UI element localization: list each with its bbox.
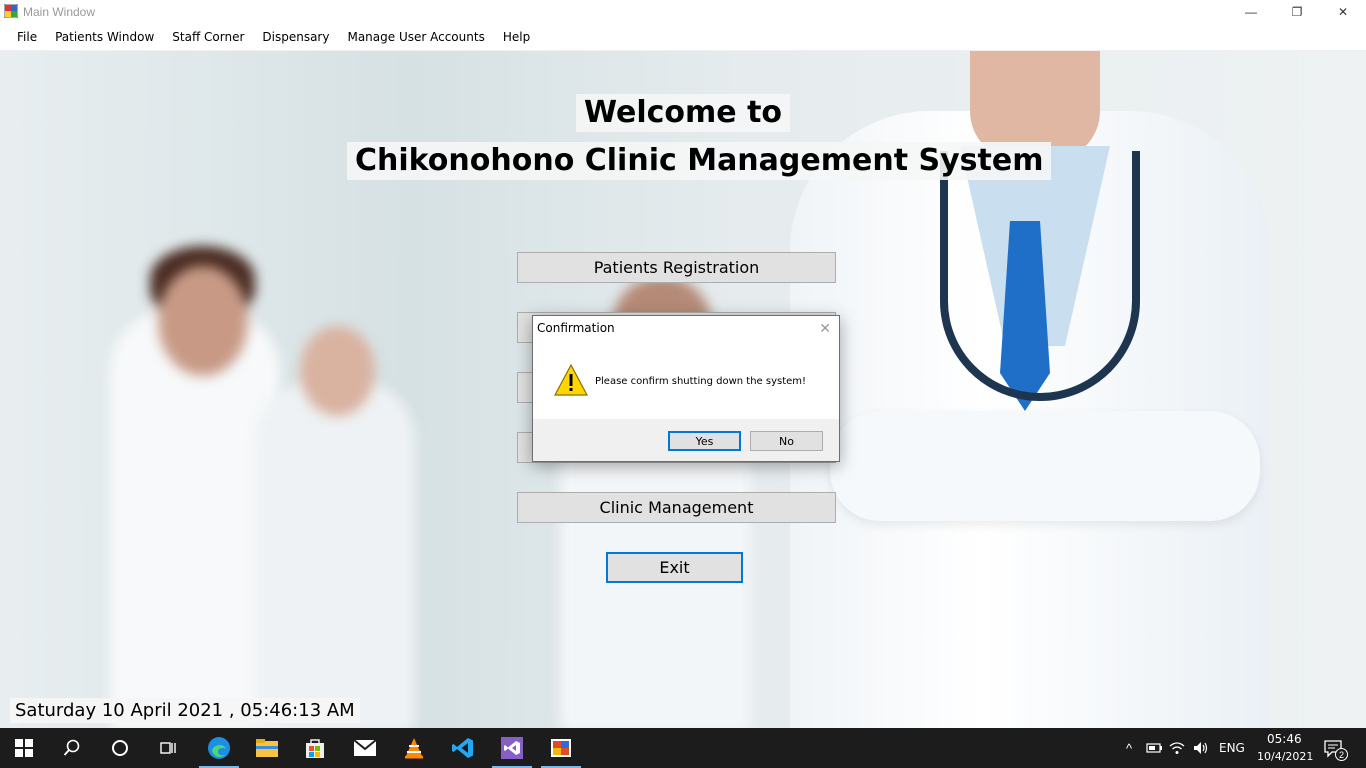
welcome-heading: Welcome to xyxy=(576,94,791,132)
confirmation-dialog: Confirmation ✕ Please confirm shutting d… xyxy=(532,315,840,462)
task-view-icon[interactable] xyxy=(144,728,192,768)
menu-help[interactable]: Help xyxy=(494,24,539,50)
language-indicator[interactable]: ENG xyxy=(1219,741,1245,755)
vscode-icon[interactable] xyxy=(439,728,487,768)
notification-count: 2 xyxy=(1335,748,1348,761)
dialog-title: Confirmation xyxy=(537,321,615,335)
background-nurse-1-head xyxy=(158,266,248,376)
volume-icon[interactable] xyxy=(1192,740,1210,756)
patients-registration-button[interactable]: Patients Registration xyxy=(517,252,836,283)
cortana-icon[interactable] xyxy=(96,728,144,768)
windows-start-icon[interactable] xyxy=(0,728,48,768)
battery-icon[interactable] xyxy=(1144,740,1162,756)
no-button[interactable]: No xyxy=(750,431,823,451)
dialog-message: Please confirm shutting down the system! xyxy=(595,376,807,387)
background-nurse-2 xyxy=(255,381,415,728)
app-window-icon xyxy=(4,4,18,18)
datetime-label: Saturday 10 April 2021 , 05:46:13 AM xyxy=(10,698,360,723)
minimize-button[interactable]: — xyxy=(1228,0,1274,24)
taskbar: ^ ENG 05:46 10/4/2021 2 xyxy=(0,728,1366,768)
menu-dispensary[interactable]: Dispensary xyxy=(253,24,338,50)
background-nurse-2-head xyxy=(300,326,375,416)
clock-date[interactable]: 10/4/2021 xyxy=(1257,750,1313,763)
yes-button[interactable]: Yes xyxy=(668,431,741,451)
doctor-arms xyxy=(830,411,1260,521)
exit-button[interactable]: Exit xyxy=(606,552,743,583)
stethoscope xyxy=(940,151,1140,401)
app-icon[interactable] xyxy=(537,728,585,768)
dialog-close-icon[interactable]: ✕ xyxy=(819,320,831,337)
wifi-icon[interactable] xyxy=(1168,740,1186,756)
show-hidden-icons-icon[interactable]: ^ xyxy=(1120,740,1138,756)
close-button[interactable]: ✕ xyxy=(1320,0,1366,24)
clock-time[interactable]: 05:46 xyxy=(1267,732,1302,746)
window-title: Main Window xyxy=(23,5,96,19)
mail-icon[interactable] xyxy=(341,728,389,768)
menu-manage-user-accounts[interactable]: Manage User Accounts xyxy=(338,24,493,50)
menu-file[interactable]: File xyxy=(8,24,46,50)
edge-icon[interactable] xyxy=(195,728,243,768)
title-bar: Main Window — ❐ ✕ xyxy=(0,0,1366,24)
clinic-management-button[interactable]: Clinic Management xyxy=(517,492,836,523)
maximize-button[interactable]: ❐ xyxy=(1274,0,1320,24)
notification-icon[interactable]: 2 xyxy=(1322,739,1348,761)
store-icon[interactable] xyxy=(291,728,339,768)
menu-patients-window[interactable]: Patients Window xyxy=(46,24,163,50)
search-icon[interactable] xyxy=(48,728,96,768)
vlc-icon[interactable] xyxy=(390,728,438,768)
menu-bar: File Patients Window Staff Corner Dispen… xyxy=(0,24,1366,51)
visual-studio-icon[interactable] xyxy=(488,728,536,768)
warning-icon xyxy=(554,364,588,396)
menu-staff-corner[interactable]: Staff Corner xyxy=(163,24,253,50)
system-title: Chikonohono Clinic Management System xyxy=(347,142,1052,180)
file-explorer-icon[interactable] xyxy=(243,728,291,768)
